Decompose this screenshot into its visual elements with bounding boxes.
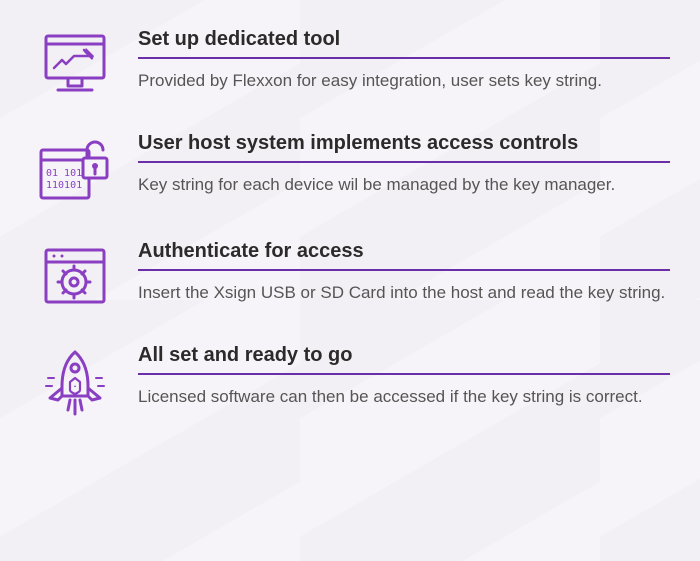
ready-icon bbox=[30, 344, 120, 422]
step-content: Authenticate for access Insert the Xsign… bbox=[120, 240, 670, 305]
step-title: All set and ready to go bbox=[138, 344, 670, 375]
steps-list: Set up dedicated tool Provided by Flexxo… bbox=[0, 0, 700, 442]
step-ready: All set and ready to go Licensed softwar… bbox=[30, 344, 670, 422]
step-description: Licensed software can then be accessed i… bbox=[138, 385, 670, 409]
setup-tool-icon bbox=[30, 28, 120, 98]
svg-text:110101: 110101 bbox=[46, 180, 82, 191]
step-description: Insert the Xsign USB or SD Card into the… bbox=[138, 281, 670, 305]
access-controls-icon: 01 1011 110101 bbox=[30, 132, 120, 206]
step-content: All set and ready to go Licensed softwar… bbox=[120, 344, 670, 409]
step-authenticate: Authenticate for access Insert the Xsign… bbox=[30, 240, 670, 310]
step-content: User host system implements access contr… bbox=[120, 132, 670, 197]
step-access-controls: 01 1011 110101 User host system implemen… bbox=[30, 132, 670, 206]
step-setup: Set up dedicated tool Provided by Flexxo… bbox=[30, 28, 670, 98]
step-title: Set up dedicated tool bbox=[138, 28, 670, 59]
step-title: User host system implements access contr… bbox=[138, 132, 670, 163]
step-description: Provided by Flexxon for easy integration… bbox=[138, 69, 670, 93]
authenticate-icon bbox=[30, 240, 120, 310]
step-content: Set up dedicated tool Provided by Flexxo… bbox=[120, 28, 670, 93]
step-title: Authenticate for access bbox=[138, 240, 670, 271]
step-description: Key string for each device wil be manage… bbox=[138, 173, 670, 197]
